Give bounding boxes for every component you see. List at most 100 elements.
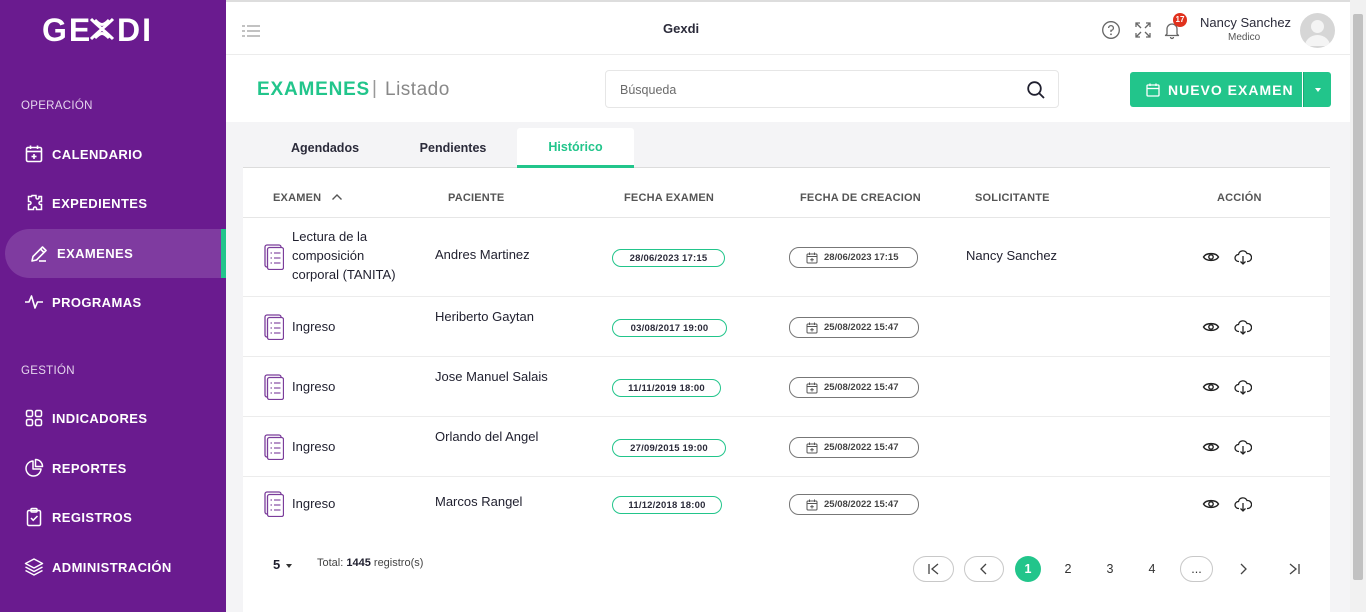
first-page-button[interactable] <box>913 556 954 582</box>
next-page-button[interactable] <box>1232 556 1254 582</box>
table-row: Ingreso Heriberto Gaytan 03/08/2017 19:0… <box>243 297 1330 357</box>
sidebar-item-expedientes[interactable]: EXPEDIENTES <box>0 180 226 226</box>
column-header-paciente[interactable]: PACIENTE <box>448 192 504 204</box>
table-row: Ingreso Jose Manuel Salais 11/11/2019 18… <box>243 357 1330 417</box>
table-row: Lectura de la composición corporal (TANI… <box>243 218 1330 297</box>
layers-icon <box>24 558 44 576</box>
tab-historico[interactable]: Histórico <box>517 128 634 168</box>
new-exam-button[interactable]: NUEVO EXAMEN <box>1130 72 1302 107</box>
page-size-select[interactable]: 5 <box>273 557 293 572</box>
menu-toggle-icon[interactable] <box>242 24 260 38</box>
view-eye-icon[interactable] <box>1202 318 1220 336</box>
sidebar-item-administracion[interactable]: ADMINISTRACIÓN <box>0 544 226 590</box>
prev-page-button[interactable] <box>964 556 1004 582</box>
sort-ascending-icon[interactable] <box>331 193 343 201</box>
more-pages-button[interactable]: ... <box>1180 556 1213 582</box>
tab-pendientes[interactable]: Pendientes <box>404 128 502 168</box>
total-records: Total: 1445 registro(s) <box>317 557 423 569</box>
exam-date-badge: 27/09/2015 19:00 <box>612 439 726 457</box>
search-input[interactable] <box>620 80 1010 100</box>
exam-name[interactable]: Lectura de la composición corporal (TANI… <box>292 227 412 284</box>
page-1-button[interactable]: 1 <box>1015 556 1041 582</box>
column-header-examen[interactable]: EXAMEN <box>273 192 343 204</box>
column-header-fecha-creacion[interactable]: FECHA DE CREACION <box>800 192 921 204</box>
column-header-accion: ACCIÓN <box>1217 192 1262 204</box>
patient-name: Heriberto Gaytan <box>435 309 534 324</box>
sidebar-item-calendario[interactable]: CALENDARIO <box>0 131 226 177</box>
fullscreen-icon[interactable] <box>1133 20 1153 40</box>
calendar-icon <box>806 322 818 334</box>
new-exam-label: NUEVO EXAMEN <box>1168 81 1294 98</box>
main-content: EXAMENES | Listado NUEVO EXAMEN Agendado… <box>226 56 1350 612</box>
clipboard-icon <box>26 507 42 527</box>
user-avatar-icon <box>1305 20 1330 46</box>
download-cloud-icon[interactable] <box>1234 248 1252 266</box>
calendar-icon <box>806 499 818 511</box>
sidebar-item-examenes[interactable]: EXAMENES <box>5 229 226 278</box>
section-label-gestion: GESTIÓN <box>21 365 75 377</box>
download-cloud-icon[interactable] <box>1234 438 1252 456</box>
calendar-icon <box>806 382 818 394</box>
page-subtitle: Listado <box>385 79 450 100</box>
created-date-badge: 25/08/2022 15:47 <box>789 317 919 338</box>
patient-name: Orlando del Angel <box>435 429 539 444</box>
sidebar-item-label: REPORTES <box>52 460 127 476</box>
help-icon[interactable] <box>1101 20 1121 40</box>
section-label-operacion: OPERACIÓN <box>21 100 93 112</box>
tabs: Agendados Pendientes Histórico <box>243 128 1330 168</box>
sidebar-item-indicadores[interactable]: INDICADORES <box>0 395 226 441</box>
sidebar-item-label: EXPEDIENTES <box>52 195 148 211</box>
exam-name[interactable]: Ingreso <box>292 377 412 396</box>
download-cloud-icon[interactable] <box>1234 378 1252 396</box>
scrollbar-thumb[interactable] <box>1353 14 1363 580</box>
created-date-badge: 25/08/2022 15:47 <box>789 494 919 515</box>
calendar-icon <box>806 442 818 454</box>
created-date-badge: 25/08/2022 15:47 <box>789 377 919 398</box>
sidebar-item-label: INDICADORES <box>52 410 148 426</box>
column-header-label: EXAMEN <box>273 192 322 204</box>
sidebar-item-label: CALENDARIO <box>52 146 143 162</box>
download-cloud-icon[interactable] <box>1234 318 1252 336</box>
tab-agendados[interactable]: Agendados <box>276 128 374 168</box>
exam-date-badge: 11/12/2018 18:00 <box>612 496 722 514</box>
sidebar-item-reportes[interactable]: REPORTES <box>0 445 226 491</box>
page-2-button[interactable]: 2 <box>1057 556 1079 582</box>
patient-name: Jose Manuel Salais <box>435 369 548 384</box>
requester-name: Nancy Sanchez <box>966 248 1058 263</box>
avatar[interactable] <box>1300 13 1335 48</box>
sidebar-item-programas[interactable]: PROGRAMAS <box>0 279 226 325</box>
exam-name[interactable]: Ingreso <box>292 317 412 336</box>
download-cloud-icon[interactable] <box>1234 495 1252 513</box>
sidebar-item-label: ADMINISTRACIÓN <box>52 559 172 575</box>
patient-name: Marcos Rangel <box>435 494 523 509</box>
sidebar-item-label: EXAMENES <box>57 246 134 261</box>
notification-badge: 17 <box>1173 13 1187 27</box>
page-4-button[interactable]: 4 <box>1141 556 1163 582</box>
grid-icon <box>25 409 43 427</box>
column-header-fecha-examen[interactable]: FECHA EXAMEN <box>624 192 714 204</box>
new-exam-dropdown-button[interactable] <box>1303 72 1331 107</box>
created-date-badge: 28/06/2023 17:15 <box>789 247 918 268</box>
exam-name[interactable]: Ingreso <box>292 437 412 456</box>
exam-list-icon <box>264 434 284 460</box>
search-icon[interactable] <box>1026 80 1046 100</box>
column-header-solicitante[interactable]: SOLICITANTE <box>975 192 1050 204</box>
page-header: EXAMENES | Listado NUEVO EXAMEN <box>226 56 1350 122</box>
topbar: Gexdi 17 Nancy Sanchez Medico <box>226 0 1350 55</box>
view-eye-icon[interactable] <box>1202 248 1220 266</box>
exam-name[interactable]: Ingreso <box>292 494 412 513</box>
view-eye-icon[interactable] <box>1202 495 1220 513</box>
last-page-button[interactable] <box>1283 556 1305 582</box>
calendar-icon <box>1146 83 1160 97</box>
user-name[interactable]: Nancy Sanchez <box>1200 15 1291 30</box>
app-logo[interactable]: GE DI <box>42 12 154 54</box>
first-page-icon <box>927 563 938 575</box>
exam-date-badge: 03/08/2017 19:00 <box>612 319 727 337</box>
last-page-icon <box>1289 563 1300 575</box>
page-3-button[interactable]: 3 <box>1099 556 1121 582</box>
puzzle-icon <box>27 194 43 211</box>
sidebar-item-registros[interactable]: REGISTROS <box>0 494 226 540</box>
view-eye-icon[interactable] <box>1202 378 1220 396</box>
view-eye-icon[interactable] <box>1202 438 1220 456</box>
scrollbar[interactable] <box>1350 0 1366 612</box>
